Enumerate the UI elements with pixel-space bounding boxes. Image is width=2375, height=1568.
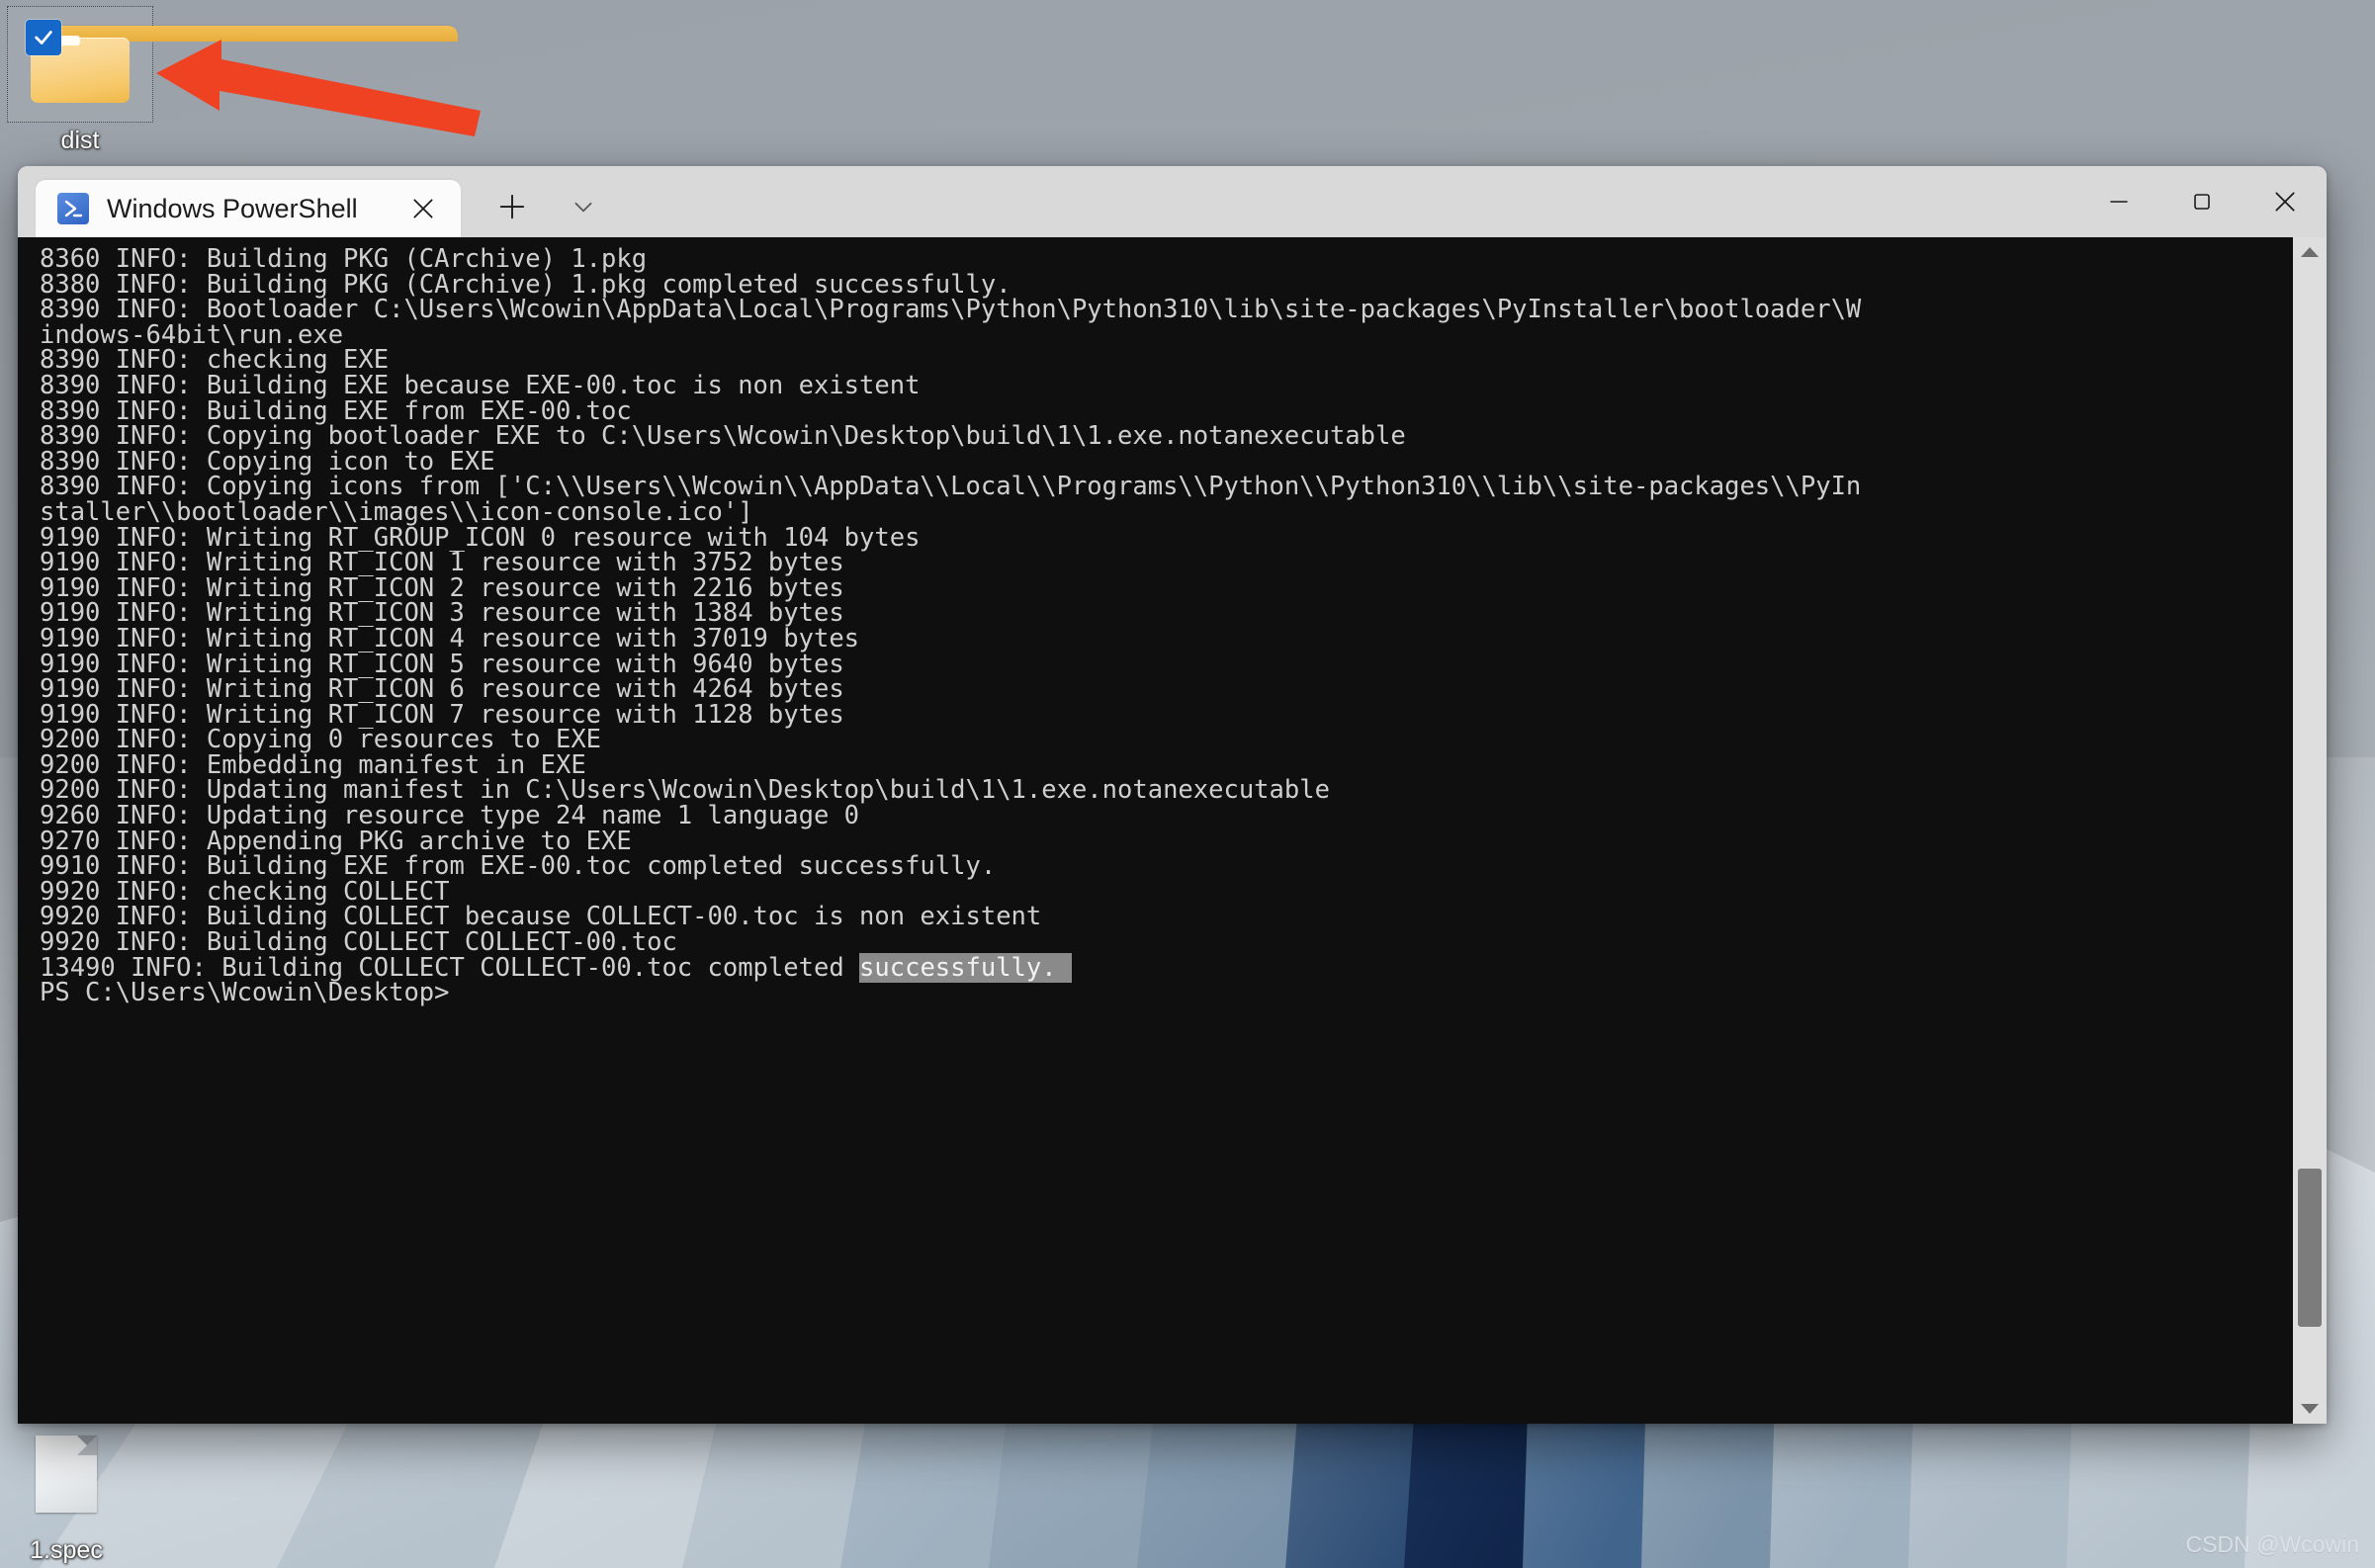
folder-icon — [26, 20, 458, 103]
new-tab-button[interactable] — [484, 179, 540, 234]
console-line: 9910 INFO: Building EXE from EXE-00.toc … — [40, 851, 997, 882]
console-line: 8390 INFO: Building EXE because EXE-00.t… — [40, 370, 921, 400]
console-area[interactable]: 8360 INFO: Building PKG (CArchive) 1.pkg… — [18, 237, 2327, 1424]
console-scrollbar[interactable] — [2293, 237, 2327, 1424]
console-line: 8390 INFO: Copying bootloader EXE to C:\… — [40, 421, 1406, 452]
tab-strip: Windows PowerShell — [18, 166, 611, 237]
desktop: dist 1.spec Windows PowerShell 8360 INFO… — [0, 0, 2375, 1568]
tab-title: Windows PowerShell — [107, 193, 358, 223]
console-line: 8390 INFO: Bootloader C:\Users\Wcowin\Ap… — [40, 295, 1862, 325]
close-button[interactable] — [2243, 166, 2327, 237]
console-line: 8360 INFO: Building PKG (CArchive) 1.pkg — [40, 244, 648, 274]
watermark: CSDN @Wcowin — [2185, 1531, 2359, 1557]
scroll-down-arrow-icon[interactable] — [2293, 1394, 2327, 1424]
maximize-button[interactable] — [2160, 166, 2243, 237]
scrollbar-thumb[interactable] — [2298, 1169, 2322, 1327]
console-output[interactable]: 8360 INFO: Building PKG (CArchive) 1.pkg… — [18, 237, 2293, 1424]
1spec-icon-wrap — [0, 1416, 139, 1532]
console-line: 9190 INFO: Writing RT_ICON 6 resource wi… — [40, 674, 844, 705]
checkbox-checked-icon[interactable] — [26, 20, 61, 55]
desktop-icon-1spec[interactable]: 1.spec — [0, 1416, 140, 1565]
window-controls — [2077, 166, 2327, 237]
selected-text: successfully. — [859, 952, 1072, 983]
console-line: 9260 INFO: Updating resource type 24 nam… — [40, 801, 860, 831]
minimize-button[interactable] — [2077, 166, 2160, 237]
window-titlebar[interactable]: Windows PowerShell — [18, 166, 2327, 237]
file-fold-corner — [77, 1436, 97, 1455]
red-annotation-arrow-icon — [156, 40, 481, 136]
console-line: 9190 INFO: Writing RT_ICON 1 resource wi… — [40, 548, 844, 578]
desktop-icon-label-1spec: 1.spec — [30, 1536, 103, 1564]
powershell-window: Windows PowerShell 8360 INFO: Building P… — [18, 166, 2327, 1424]
scroll-up-arrow-icon[interactable] — [2293, 237, 2327, 267]
tab-windows-powershell[interactable]: Windows PowerShell — [36, 180, 461, 237]
desktop-icon-label-dist: dist — [60, 127, 100, 154]
chevron-down-icon[interactable] — [556, 179, 611, 234]
file-document-icon — [36, 1436, 97, 1513]
desktop-icon-dist[interactable]: dist — [6, 6, 458, 155]
console-line: 9190 INFO: Writing RT_ICON 4 resource wi… — [40, 623, 860, 653]
prompt-line[interactable]: PS C:\Users\Wcowin\Desktop> — [40, 981, 2293, 1006]
tab-close-icon[interactable] — [401, 187, 445, 230]
dist-icon-selection-box — [7, 6, 458, 123]
console-line: staller\\bootloader\\images\\icon-consol… — [40, 496, 753, 527]
powershell-icon — [57, 193, 89, 224]
